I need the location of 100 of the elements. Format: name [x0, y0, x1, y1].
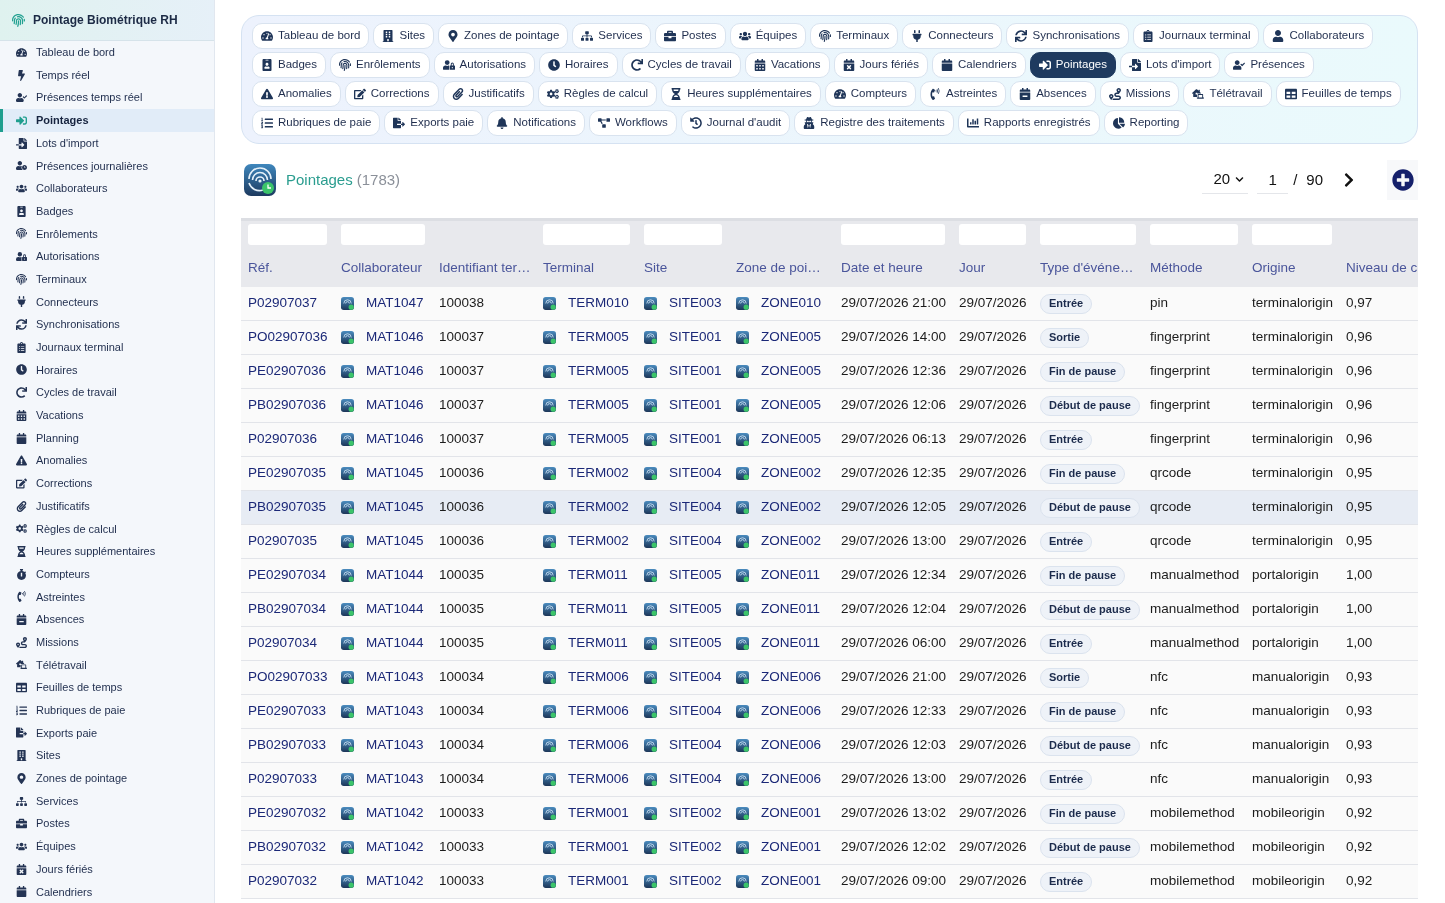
- employee-link[interactable]: MAT1047: [366, 293, 424, 314]
- table-row[interactable]: PE02907036 MAT1046 100037 TERM005 SITE001 ZONE005 29/07/2026 12:36 29/07/2026 Fin de pause fingerprint terminalorigin 0,96: [241, 355, 1418, 389]
- reference-link[interactable]: P02907033: [248, 769, 318, 790]
- sidebar-item[interactable]: Jours fériés: [0, 857, 214, 881]
- table-row[interactable]: P02907034 MAT1044 100035 TERM011 SITE005 ZONE011 29/07/2026 06:00 29/07/2026 Entrée manualmethod portalorigin 1,00: [241, 627, 1418, 661]
- reference-link[interactable]: PE02907032: [248, 803, 327, 824]
- nav-tab[interactable]: Enrôlements: [330, 52, 430, 78]
- nav-tab[interactable]: Justificatifs: [442, 81, 534, 107]
- reference-link[interactable]: PO02907036: [248, 327, 328, 348]
- sidebar-item[interactable]: Règles de calcul: [0, 517, 214, 541]
- sidebar-item[interactable]: Présences temps réel: [0, 86, 214, 110]
- reference-link[interactable]: PE02907033: [248, 701, 327, 722]
- zone-link[interactable]: ZONE001: [761, 803, 822, 824]
- page-number-field[interactable]: 1: [1257, 166, 1289, 194]
- column-header[interactable]: Jour: [959, 259, 1026, 277]
- sidebar-item[interactable]: Autorisations: [0, 245, 214, 268]
- nav-tab[interactable]: Astreintes: [920, 81, 1007, 107]
- sidebar-item[interactable]: Calendriers: [0, 880, 214, 903]
- employee-link[interactable]: MAT1046: [366, 395, 424, 416]
- site-link[interactable]: SITE002: [669, 837, 722, 858]
- terminal-link[interactable]: TERM006: [568, 735, 629, 756]
- site-link[interactable]: SITE004: [669, 667, 722, 688]
- employee-link[interactable]: MAT1043: [366, 735, 424, 756]
- employee-link[interactable]: MAT1046: [366, 429, 424, 450]
- sidebar-item[interactable]: Justificatifs: [0, 494, 214, 518]
- nav-tab[interactable]: Calendriers: [932, 52, 1026, 78]
- terminal-link[interactable]: TERM002: [568, 463, 629, 484]
- terminal-link[interactable]: TERM006: [568, 667, 629, 688]
- employee-link[interactable]: MAT1046: [366, 361, 424, 382]
- reference-link[interactable]: PB02907034: [248, 599, 327, 620]
- reference-link[interactable]: P02907034: [248, 633, 318, 654]
- sidebar-item[interactable]: Sites: [0, 744, 214, 767]
- nav-tab[interactable]: Absences: [1010, 81, 1096, 107]
- page-size-select[interactable]: 20: [1202, 166, 1249, 194]
- reference-link[interactable]: P02907035: [248, 531, 318, 552]
- column-header[interactable]: Zone de poi…: [736, 259, 827, 277]
- column-header[interactable]: Date et heure: [841, 259, 945, 277]
- table-row[interactable]: PE02907034 MAT1044 100035 TERM011 SITE005 ZONE011 29/07/2026 12:34 29/07/2026 Fin de pause manualmethod portalorigin 1,00: [241, 559, 1418, 593]
- sidebar-item[interactable]: Absences: [0, 608, 214, 631]
- sidebar-item[interactable]: Feuilles de temps: [0, 676, 214, 699]
- sidebar-item[interactable]: Vacations: [0, 404, 214, 427]
- nav-tab[interactable]: Télétravail: [1183, 81, 1272, 107]
- terminal-link[interactable]: TERM001: [568, 837, 629, 858]
- terminal-link[interactable]: TERM002: [568, 497, 629, 518]
- site-link[interactable]: SITE004: [669, 769, 722, 790]
- nav-tab[interactable]: Workflows: [588, 110, 677, 136]
- site-link[interactable]: SITE003: [669, 293, 722, 314]
- nav-tab[interactable]: Jours fériés: [833, 52, 928, 78]
- column-header[interactable]: Collaborateur: [341, 259, 425, 277]
- reference-link[interactable]: P02907037: [248, 293, 318, 314]
- terminal-link[interactable]: TERM011: [568, 599, 628, 620]
- employee-link[interactable]: MAT1043: [366, 769, 424, 790]
- site-link[interactable]: SITE001: [669, 361, 722, 382]
- reference-link[interactable]: PE02907035: [248, 463, 327, 484]
- sidebar-item[interactable]: Équipes: [0, 835, 214, 858]
- site-link[interactable]: SITE005: [669, 565, 722, 586]
- employee-link[interactable]: MAT1045: [366, 531, 424, 552]
- add-button[interactable]: [1387, 160, 1418, 200]
- nav-tab[interactable]: Équipes: [729, 23, 807, 49]
- nav-tab[interactable]: Pointages: [1029, 52, 1116, 78]
- sidebar-item[interactable]: Compteurs: [0, 562, 214, 586]
- column-header[interactable]: Méthode: [1150, 259, 1238, 277]
- nav-tab[interactable]: Journaux terminal: [1133, 23, 1260, 49]
- terminal-link[interactable]: TERM002: [568, 531, 629, 552]
- sidebar-item[interactable]: Enrôlements: [0, 222, 214, 246]
- site-link[interactable]: SITE005: [669, 599, 722, 620]
- nav-tab[interactable]: Registre des traitements: [794, 110, 954, 136]
- sidebar-item[interactable]: Connecteurs: [0, 290, 214, 314]
- table-row[interactable]: PE02907035 MAT1045 100036 TERM002 SITE004 ZONE002 29/07/2026 12:35 29/07/2026 Fin de pause qrcode terminalorigin 0,95: [241, 457, 1418, 491]
- site-link[interactable]: SITE002: [669, 803, 722, 824]
- reference-link[interactable]: PB02907032: [248, 837, 327, 858]
- reference-link[interactable]: PB02907033: [248, 735, 327, 756]
- sidebar-item[interactable]: Collaborateurs: [0, 177, 214, 200]
- sidebar-item[interactable]: Heures supplémentaires: [0, 540, 214, 563]
- table-row[interactable]: P02907037 MAT1047 100038 TERM010 SITE003 ZONE010 29/07/2026 21:00 29/07/2026 Entrée pin terminalorigin 0,97: [241, 287, 1418, 321]
- table-row[interactable]: PE02907032 MAT1042 100033 TERM001 SITE002 ZONE001 29/07/2026 13:02 29/07/2026 Fin de pause mobilemethod mobileorigin 0,92: [241, 797, 1418, 831]
- nav-tab[interactable]: Collaborateurs: [1263, 23, 1374, 49]
- table-row[interactable]: P02907032 MAT1042 100033 TERM001 SITE002 ZONE001 29/07/2026 09:00 29/07/2026 Entrée mobilemethod mobileorigin 0,92: [241, 865, 1418, 899]
- terminal-link[interactable]: TERM005: [568, 327, 629, 348]
- employee-link[interactable]: MAT1043: [366, 701, 424, 722]
- employee-link[interactable]: MAT1042: [366, 871, 424, 892]
- site-link[interactable]: SITE002: [669, 871, 722, 892]
- zone-link[interactable]: ZONE011: [761, 599, 821, 620]
- sidebar-item[interactable]: Pointages: [0, 109, 214, 132]
- nav-tab[interactable]: Feuilles de temps: [1275, 81, 1401, 107]
- sidebar-item[interactable]: Terminaux: [0, 267, 214, 291]
- site-link[interactable]: SITE004: [669, 463, 722, 484]
- nav-tab[interactable]: Services: [572, 23, 652, 49]
- zone-link[interactable]: ZONE006: [761, 735, 822, 756]
- sidebar-item[interactable]: Astreintes: [0, 585, 214, 609]
- sidebar-item[interactable]: Synchronisations: [0, 313, 214, 336]
- terminal-link[interactable]: TERM011: [568, 633, 628, 654]
- table-row[interactable]: PB02907036 MAT1046 100037 TERM005 SITE001 ZONE005 29/07/2026 12:06 29/07/2026 Début de pause fingerprint terminalorigin 0,96: [241, 389, 1418, 423]
- terminal-link[interactable]: TERM005: [568, 395, 629, 416]
- zone-link[interactable]: ZONE005: [761, 429, 822, 450]
- table-row[interactable]: PB02907034 MAT1044 100035 TERM011 SITE005 ZONE011 29/07/2026 12:04 29/07/2026 Début de pause manualmethod portalorigin 1,00: [241, 593, 1418, 627]
- column-header[interactable]: Site: [644, 259, 722, 277]
- zone-link[interactable]: ZONE010: [761, 293, 822, 314]
- reference-link[interactable]: PO02907033: [248, 667, 328, 688]
- sidebar-item[interactable]: Présences journalières: [0, 154, 214, 178]
